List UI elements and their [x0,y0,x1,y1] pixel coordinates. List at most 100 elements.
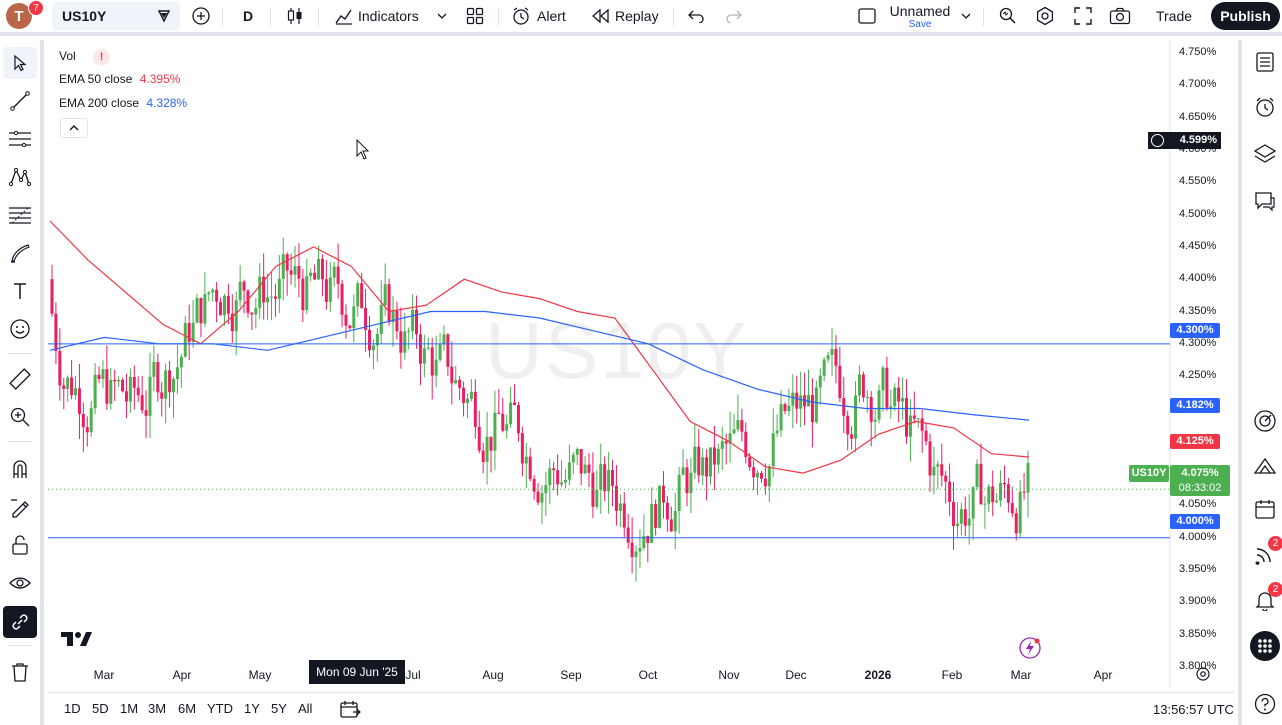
range-button-6m[interactable]: 6M [178,701,196,716]
candle-body [446,334,450,367]
candle-body [117,379,121,382]
templates-grid-icon[interactable] [462,3,488,29]
candle-body [873,419,877,422]
candle-body [865,396,869,398]
candle-body [328,277,332,302]
price-tick-label: 4.650% [1179,110,1217,123]
layout-dropdown-chevron-icon[interactable] [958,3,974,29]
zoom-in-icon[interactable] [3,401,37,433]
object-tree-layers-icon[interactable] [1248,138,1282,170]
ema200-legend[interactable]: EMA 200 close 4.328% [59,96,187,110]
range-button-1y[interactable]: 1Y [244,701,260,716]
emoji-icon[interactable] [3,313,37,345]
fullscreen-icon[interactable] [1070,3,1096,29]
screeners-target-icon[interactable] [1248,405,1282,437]
crosshair-date-label: Mon 09 Jun '25 [309,660,405,684]
watchlist-icon[interactable] [1248,46,1282,78]
candle-body [54,313,58,351]
candle-body [654,504,658,528]
quick-search-icon[interactable] [994,3,1020,29]
candle-body [485,436,489,463]
magnet-icon[interactable] [3,453,37,485]
publish-button[interactable]: Publish [1211,2,1280,30]
layout-select-icon[interactable] [855,3,879,29]
candle-body [893,387,897,407]
replay-button[interactable]: Replay [615,3,663,29]
products-grid-icon[interactable] [1248,630,1282,662]
alert-clock-icon[interactable] [509,3,533,29]
go-to-date-calendar-icon[interactable] [339,699,361,719]
trend-line-icon[interactable] [3,85,37,117]
redo-icon[interactable] [722,3,746,29]
help-question-icon[interactable] [1248,688,1282,720]
indicators-icon[interactable] [332,3,356,29]
time-tick-label: Mar [1010,668,1032,682]
lock-drawings-icon[interactable] [3,529,37,561]
range-button-ytd[interactable]: YTD [207,701,233,716]
trade-button[interactable]: Trade [1147,3,1201,29]
range-button-5y[interactable]: 5Y [271,701,287,716]
horizontal-lines-icon[interactable] [3,123,37,155]
candle-body [881,367,885,391]
remove-drawings-trash-icon[interactable] [3,656,37,688]
candle-body [611,470,615,486]
symbol-name[interactable]: US10Y [62,8,106,24]
pattern-tool-icon[interactable] [3,161,37,193]
add-alert-plus-icon[interactable]: + [1151,134,1164,147]
time-tick-label: Mar [93,668,115,682]
candle-body [509,402,513,425]
hotlists-icon[interactable] [1248,450,1282,482]
settings-gear-icon[interactable] [1032,3,1058,29]
keep-drawing-icon[interactable] [3,491,37,523]
chart-pane[interactable]: US10Y Vol ! EMA 50 close 4.395% EMA 200 … [48,40,1234,688]
volume-legend[interactable]: Vol ! [59,49,111,66]
compare-symbol-button[interactable] [188,3,214,29]
calendar-icon[interactable] [1248,493,1282,525]
candle-body [912,415,916,419]
candle-body [493,412,497,451]
alert-button[interactable]: Alert [537,3,573,29]
volume-warning-icon[interactable]: ! [93,49,111,66]
price-tick-label: 3.950% [1179,563,1217,576]
range-button-all[interactable]: All [298,701,312,716]
timezone-clock[interactable]: 13:56:57 UTC [1153,702,1234,717]
candle-body [97,374,101,380]
brush-tool-icon[interactable] [3,237,37,269]
indicators-button[interactable]: Indicators [358,3,424,29]
chart-type-candles-icon[interactable] [282,3,308,29]
candle-body [454,379,458,384]
candle-body [822,359,826,376]
candle-body [297,266,301,279]
replay-icon[interactable] [590,3,612,29]
symbol-options-icon[interactable] [152,3,176,29]
undo-icon[interactable] [684,3,708,29]
chats-icon[interactable] [1248,185,1282,217]
collapse-legend-chevron-icon[interactable] [60,118,88,138]
candle-body [556,470,560,485]
hide-drawings-eye-icon[interactable] [3,567,37,599]
candle-body [383,284,387,306]
candle-body [226,296,230,314]
candle-body [634,551,638,558]
screenshot-camera-icon[interactable] [1107,3,1133,29]
candle-body [266,297,270,303]
range-button-5d[interactable]: 5D [92,701,109,716]
alerts-clock-icon[interactable] [1248,91,1282,123]
indicators-dropdown-chevron-icon[interactable] [434,3,450,29]
candle-body [367,329,371,351]
layout-name[interactable]: Unnamed Save [884,4,956,31]
sync-drawings-link-icon[interactable] [3,606,37,638]
ruler-measure-icon[interactable] [3,363,37,395]
candle-body [626,527,630,543]
interval-button[interactable]: D [236,3,260,29]
range-button-1m[interactable]: 1M [120,701,138,716]
candle-body [156,362,160,393]
fib-retracement-icon[interactable] [3,199,37,231]
cursor-arrow-icon[interactable] [3,47,37,79]
candle-body [759,472,763,479]
range-button-1d[interactable]: 1D [64,701,81,716]
text-tool-icon[interactable] [3,275,37,307]
range-button-3m[interactable]: 3M [148,701,166,716]
candle-body [999,482,1003,501]
ema50-legend[interactable]: EMA 50 close 4.395% [59,72,180,86]
